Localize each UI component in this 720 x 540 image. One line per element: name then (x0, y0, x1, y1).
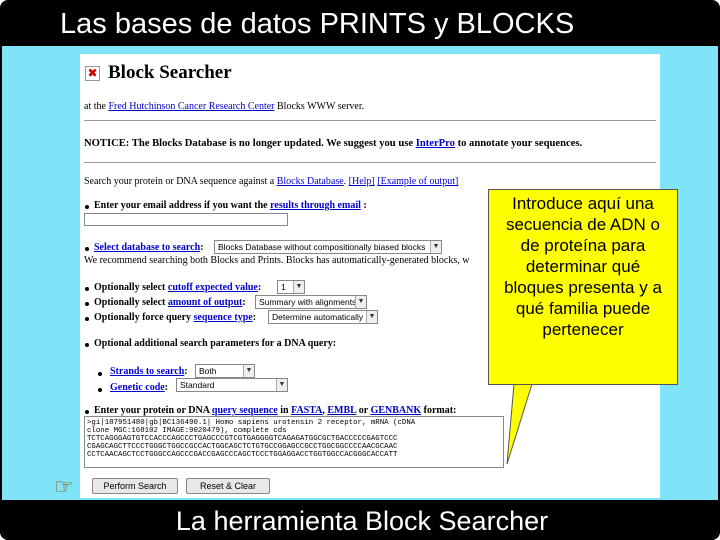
reset-clear-button[interactable]: Reset & Clear (186, 478, 270, 494)
strands-select[interactable]: Both ▼ (195, 364, 255, 378)
notice-line: NOTICE: The Blocks Database is no longer… (84, 138, 583, 149)
pointing-hand-icon: ☞ (54, 474, 74, 499)
embl-link[interactable]: EMBL (327, 405, 356, 416)
fhcrc-link[interactable]: Fred Hutchinson Cancer Research Center (108, 101, 274, 112)
database-select[interactable]: Blocks Database without compositionally … (214, 240, 442, 254)
fasta-link[interactable]: FASTA (291, 405, 322, 416)
bullet (85, 287, 89, 291)
email-field[interactable] (84, 213, 288, 226)
slide-title: Las bases de datos PRINTS y BLOCKS (2, 2, 718, 46)
strands-link[interactable]: Strands to search (110, 366, 184, 377)
amount-label: Optionally select amount of output: (94, 297, 246, 308)
genbank-link[interactable]: GENBANK (371, 405, 422, 416)
query-type-select[interactable]: Determine automatically ▼ (268, 310, 378, 324)
bullet (85, 247, 89, 251)
strands-label: Strands to search: (110, 366, 188, 377)
cutoff-label: Optionally select cutoff expected value: (94, 282, 262, 293)
query-sequence-label: Enter your protein or DNA query sequence… (94, 405, 457, 416)
chevron-down-icon: ▼ (276, 379, 287, 391)
genetic-code-label: Genetic code: (110, 382, 169, 393)
cutoff-select[interactable]: 1 ▼ (277, 280, 305, 294)
callout-box: Introduce aquí una secuencia de ADN o de… (488, 189, 678, 385)
chevron-down-icon: ▼ (293, 281, 304, 293)
email-results-link[interactable]: results through email (270, 200, 361, 211)
sequence-textarea[interactable]: >gi|187951480|gb|BC136490.1| Homo sapien… (84, 416, 504, 468)
database-recommendation: We recommend searching both Blocks and P… (84, 255, 470, 266)
dna-params-heading: Optional additional search parameters fo… (94, 338, 337, 349)
help-link[interactable]: [Help] (349, 176, 375, 187)
chevron-down-icon: ▼ (243, 365, 254, 377)
database-label: Select database to search: (94, 242, 204, 253)
query-sequence-link[interactable]: query sequence (212, 405, 278, 416)
perform-search-button[interactable]: Perform Search (92, 478, 178, 494)
bullet (85, 343, 89, 347)
bullet (98, 372, 102, 376)
genetic-code-select[interactable]: Standard ▼ (176, 378, 288, 392)
chevron-down-icon: ▼ (366, 311, 377, 323)
intro-line: at the Fred Hutchinson Cancer Research C… (84, 101, 365, 112)
amount-output-link[interactable]: amount of output (168, 297, 242, 308)
chevron-down-icon: ▼ (355, 296, 366, 308)
bullet (85, 317, 89, 321)
bullet (85, 302, 89, 306)
close-icon: ✖ (85, 66, 100, 81)
search-line: Search your protein or DNA sequence agai… (84, 176, 459, 187)
interpro-link[interactable]: InterPro (416, 138, 455, 149)
amount-select[interactable]: Summary with alignments ▼ (255, 295, 367, 309)
query-type-label: Optionally force query sequence type: (94, 312, 257, 323)
genetic-code-link[interactable]: Genetic code (110, 382, 165, 393)
email-label: Enter your email address if you want the… (94, 200, 367, 211)
divider (84, 120, 656, 121)
bullet (98, 388, 102, 392)
slide-frame: Las bases de datos PRINTS y BLOCKS ✖ Blo… (0, 0, 720, 540)
example-output-link[interactable]: [Example of output] (377, 176, 458, 187)
page-title: Block Searcher (108, 62, 232, 83)
chevron-down-icon: ▼ (430, 241, 441, 253)
bullet (85, 410, 89, 414)
select-database-link[interactable]: Select database to search (94, 242, 200, 253)
blocks-database-link[interactable]: Blocks Database (277, 176, 344, 187)
bullet (85, 205, 89, 209)
cutoff-link[interactable]: cutoff expected value (168, 282, 258, 293)
sequence-type-link[interactable]: sequence type (194, 312, 253, 323)
slide-footer: La herramienta Block Searcher (2, 500, 718, 538)
divider (84, 162, 656, 163)
